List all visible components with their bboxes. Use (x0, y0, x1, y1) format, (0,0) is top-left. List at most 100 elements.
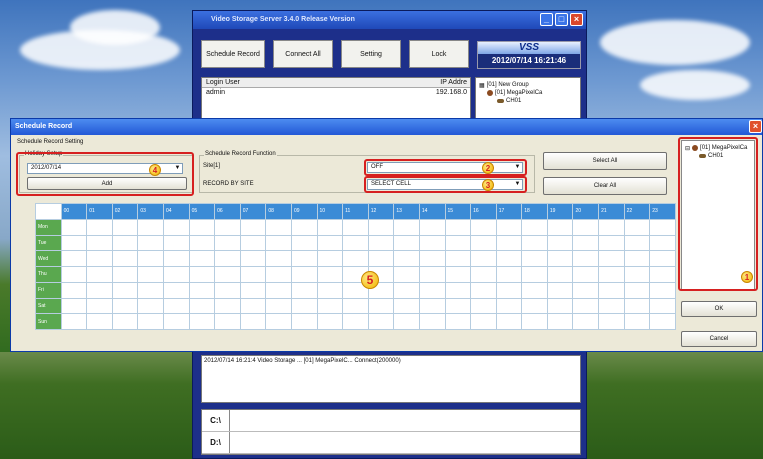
schedule-cell[interactable] (162, 250, 190, 267)
schedule-cell[interactable] (342, 218, 369, 236)
schedule-cell[interactable] (623, 218, 651, 236)
schedule-cell[interactable] (137, 218, 164, 236)
schedule-cell[interactable] (649, 297, 676, 315)
cancel-button[interactable]: Cancel (681, 331, 757, 347)
schedule-cell[interactable] (418, 281, 446, 299)
schedule-cell[interactable] (572, 234, 600, 252)
drive-row-d[interactable]: D:\ (202, 432, 580, 454)
schedule-cell[interactable] (623, 297, 651, 315)
schedule-cell[interactable] (444, 250, 472, 267)
schedule-cell[interactable] (649, 218, 676, 236)
schedule-cell[interactable] (265, 297, 292, 315)
vss-title-bar[interactable]: Video Storage Server 3.4.0 Release Versi… (193, 11, 586, 29)
day-label[interactable]: Sat (35, 297, 62, 315)
hour-header[interactable]: 14 (418, 203, 446, 220)
schedule-cell[interactable] (60, 250, 88, 267)
schedule-cell[interactable] (546, 234, 574, 252)
schedule-cell[interactable] (60, 234, 88, 252)
schedule-cell[interactable] (214, 250, 241, 267)
hour-header[interactable]: 05 (188, 203, 216, 220)
schedule-cell[interactable] (137, 266, 164, 283)
minimize-icon[interactable]: _ (540, 13, 553, 26)
maximize-icon[interactable]: □ (555, 13, 568, 26)
schedule-cell[interactable] (470, 234, 497, 252)
schedule-cell[interactable] (521, 297, 548, 315)
schedule-cell[interactable] (239, 266, 267, 283)
schedule-cell[interactable] (418, 218, 446, 236)
hour-header[interactable]: 11 (342, 203, 369, 220)
schedule-cell[interactable] (188, 313, 216, 330)
hour-header[interactable]: 16 (470, 203, 497, 220)
schedule-cell[interactable] (162, 234, 190, 252)
schedule-cell[interactable] (265, 250, 292, 267)
select-all-button[interactable]: Select All (543, 152, 667, 170)
hour-header[interactable]: 21 (598, 203, 625, 220)
schedule-cell[interactable] (572, 266, 600, 283)
schedule-cell[interactable] (214, 313, 241, 330)
schedule-cell[interactable] (546, 218, 574, 236)
schedule-cell[interactable] (188, 234, 216, 252)
schedule-cell[interactable] (214, 281, 241, 299)
schedule-cell[interactable] (572, 250, 600, 267)
schedule-cell[interactable] (290, 266, 318, 283)
schedule-cell[interactable] (316, 266, 344, 283)
schedule-cell[interactable] (316, 281, 344, 299)
schedule-cell[interactable] (367, 313, 395, 330)
schedule-cell[interactable] (444, 297, 472, 315)
schedule-cell[interactable] (111, 313, 139, 330)
hour-header[interactable]: 23 (649, 203, 676, 220)
schedule-cell[interactable] (367, 250, 395, 267)
schedule-cell[interactable] (444, 218, 472, 236)
schedule-cell[interactable] (111, 281, 139, 299)
schedule-cell[interactable] (265, 266, 292, 283)
schedule-cell[interactable] (418, 234, 446, 252)
schedule-cell[interactable] (111, 266, 139, 283)
schedule-cell[interactable] (60, 313, 88, 330)
dialog-title-bar[interactable]: Schedule Record × (11, 119, 762, 135)
log-row[interactable]: 2012/07/14 16:21:4 Video Storage ... [01… (204, 358, 578, 364)
hour-header[interactable]: 13 (393, 203, 420, 220)
schedule-cell[interactable] (546, 250, 574, 267)
table-row[interactable]: admin 192.168.0 (202, 88, 470, 98)
schedule-cell[interactable] (521, 250, 548, 267)
schedule-cell[interactable] (342, 234, 369, 252)
day-label[interactable]: Sun (35, 313, 62, 330)
schedule-cell[interactable] (162, 281, 190, 299)
schedule-cell[interactable] (290, 297, 318, 315)
schedule-cell[interactable] (290, 281, 318, 299)
schedule-cell[interactable] (495, 281, 523, 299)
hour-header[interactable]: 09 (290, 203, 318, 220)
schedule-cell[interactable] (649, 266, 676, 283)
schedule-cell[interactable] (521, 218, 548, 236)
schedule-cell[interactable] (60, 281, 88, 299)
schedule-cell[interactable] (188, 250, 216, 267)
hour-header[interactable]: 10 (316, 203, 344, 220)
schedule-cell[interactable] (598, 218, 625, 236)
hour-header[interactable]: 17 (495, 203, 523, 220)
schedule-cell[interactable] (495, 266, 523, 283)
schedule-cell[interactable] (265, 281, 292, 299)
schedule-cell[interactable] (239, 234, 267, 252)
schedule-cell[interactable] (290, 234, 318, 252)
schedule-cell[interactable] (86, 313, 113, 330)
tree-item-channel[interactable]: CH01 (479, 97, 577, 105)
schedule-cell[interactable] (521, 266, 548, 283)
schedule-cell[interactable] (239, 281, 267, 299)
schedule-cell[interactable] (316, 313, 344, 330)
schedule-cell[interactable] (214, 234, 241, 252)
schedule-cell[interactable] (470, 266, 497, 283)
schedule-cell[interactable] (367, 234, 395, 252)
schedule-cell[interactable] (572, 281, 600, 299)
schedule-cell[interactable] (572, 218, 600, 236)
schedule-cell[interactable] (470, 250, 497, 267)
schedule-cell[interactable] (214, 266, 241, 283)
schedule-cell[interactable] (546, 313, 574, 330)
schedule-cell[interactable] (444, 234, 472, 252)
schedule-cell[interactable] (521, 281, 548, 299)
schedule-cell[interactable] (188, 281, 216, 299)
schedule-cell[interactable] (418, 297, 446, 315)
schedule-cell[interactable] (623, 313, 651, 330)
schedule-cell[interactable] (111, 250, 139, 267)
schedule-cell[interactable] (393, 297, 420, 315)
schedule-cell[interactable] (86, 218, 113, 236)
